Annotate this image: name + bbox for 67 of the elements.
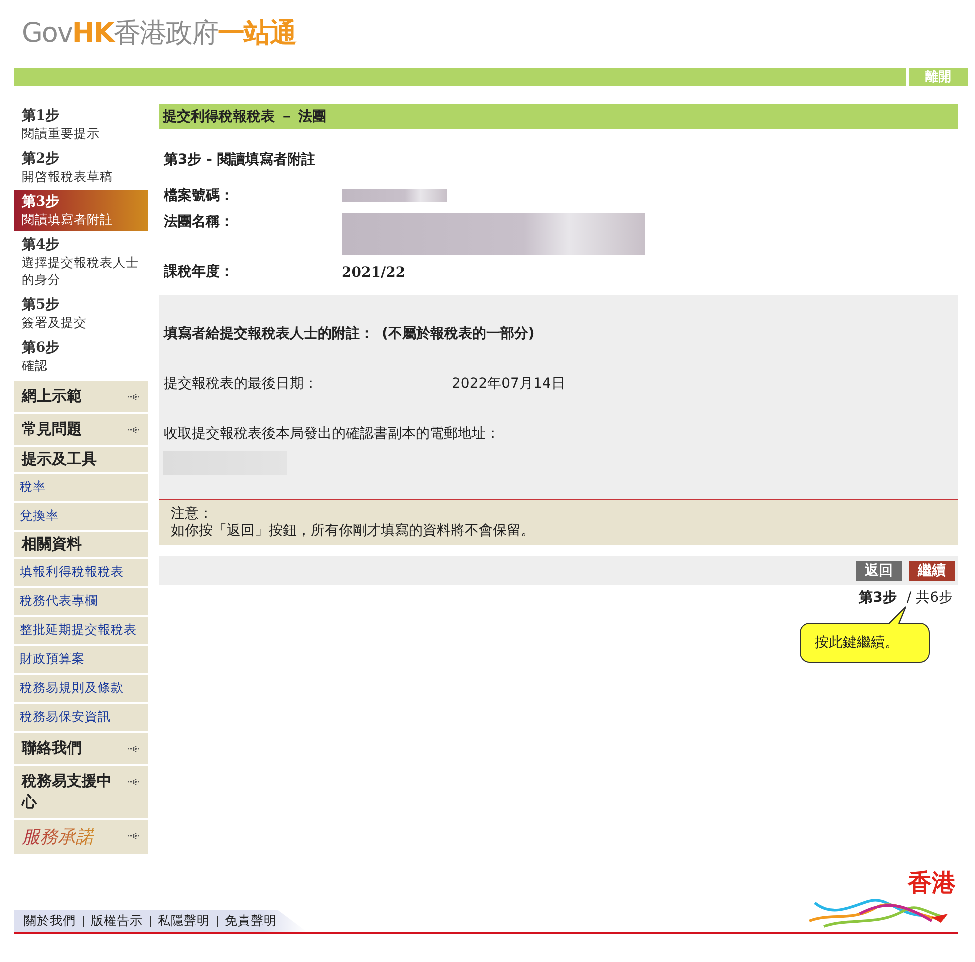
deadline-value: 2022年07月14日	[452, 375, 566, 393]
step-label: 閱讀重要提示	[22, 125, 101, 142]
step-label: 開啓報稅表草稿	[22, 168, 114, 185]
menu-link[interactable]: 整批延期提交報稅表	[20, 622, 137, 639]
menu-item[interactable]: 稅務易支援中心	[14, 766, 148, 820]
back-button[interactable]: 返回	[856, 560, 902, 580]
menu-item[interactable]: 稅率	[14, 474, 148, 503]
step-number: 第3步	[22, 193, 61, 211]
menu-link[interactable]: 稅務易保安資訊	[20, 709, 111, 726]
field-label: 法團名稱：	[164, 213, 235, 231]
menu-link[interactable]: 稅務易支援中心	[22, 771, 122, 813]
field-value: 2021/22	[342, 265, 406, 281]
page-title: 提交利得稅報稅表 － 法團	[159, 104, 958, 129]
notes-heading-note: (不屬於報稅表的一部分)	[382, 326, 535, 342]
field-label: 課稅年度：	[164, 263, 235, 281]
menu-link[interactable]: 財政預算案	[20, 651, 85, 668]
menu-item[interactable]: 服務承諾	[14, 820, 148, 856]
step-label: 閱讀填寫者附註	[22, 211, 114, 228]
step-heading: 第3步 - 閱讀填寫者附註	[164, 151, 316, 169]
menu-item[interactable]: 填報利得稅報稅表	[14, 559, 148, 588]
step-label: 選擇提交報稅表人士的身分	[22, 254, 140, 288]
step-number: 第4步	[22, 236, 61, 254]
menu-link[interactable]: 常見問題	[22, 419, 122, 440]
footer-link[interactable]: 版權告示	[91, 913, 143, 930]
notice-title: 注意：	[171, 506, 214, 523]
step-number: 第5步	[22, 296, 61, 314]
notice-text: 如你按「返回」按鈕，所有你剛才填寫的資料將不會保留。	[171, 523, 536, 540]
menu-item[interactable]: 稅務易保安資訊	[14, 704, 148, 733]
expand-icon[interactable]	[128, 831, 140, 841]
step-label: 確認	[22, 357, 49, 374]
menu-item[interactable]: 網上示範	[14, 381, 148, 414]
footer-link[interactable]: 關於我們	[24, 913, 76, 930]
expand-icon[interactable]	[128, 392, 140, 402]
progress-total: / 共6步	[906, 590, 953, 606]
progress-current: 第3步	[859, 590, 897, 606]
menu-item[interactable]: 兌換率	[14, 503, 148, 532]
menu-link[interactable]: 稅務易規則及條款	[20, 680, 124, 697]
step-label: 簽署及提交	[22, 314, 88, 331]
menu-item[interactable]: 聯絡我們	[14, 733, 148, 766]
menu-link[interactable]: 兌換率	[20, 508, 59, 525]
email-label: 收取提交報稅表後本局發出的確認書副本的電郵地址：	[164, 425, 501, 443]
menu-link[interactable]: 稅務代表專欄	[20, 593, 98, 610]
callout-text: 按此鍵繼續。	[815, 635, 899, 651]
deadline-label: 提交報稅表的最後日期：	[164, 375, 319, 393]
footer-link[interactable]: 免責聲明	[225, 913, 277, 930]
menu-item[interactable]: 常見問題	[14, 414, 148, 447]
field-label: 檔案號碼：	[164, 187, 235, 205]
expand-icon[interactable]	[128, 425, 140, 435]
menu-link[interactable]: 稅率	[20, 479, 46, 496]
menu-item[interactable]: 稅務代表專欄	[14, 588, 148, 617]
menu-item[interactable]: 整批延期提交報稅表	[14, 617, 148, 646]
expand-icon[interactable]	[128, 744, 140, 754]
footer-link[interactable]: 私隱聲明	[158, 913, 210, 930]
continue-button[interactable]: 繼續	[909, 560, 955, 580]
expand-icon[interactable]	[128, 777, 140, 787]
menu-item[interactable]: 財政預算案	[14, 646, 148, 675]
step-number: 第2步	[22, 150, 61, 168]
step-number: 第6步	[22, 339, 61, 357]
menu-item[interactable]: 稅務易規則及條款	[14, 675, 148, 704]
menu-link[interactable]: 網上示範	[22, 386, 122, 407]
menu-heading-text: 相關資料	[22, 535, 82, 554]
menu-heading-text: 提示及工具	[22, 450, 97, 469]
notes-heading: 填寫者給提交報稅表人士的附註：	[164, 326, 374, 342]
brand-mark: 香港	[908, 870, 956, 896]
menu-link[interactable]: 聯絡我們	[22, 738, 122, 759]
menu-link[interactable]: 填報利得稅報稅表	[20, 564, 124, 581]
step-number: 第1步	[22, 107, 61, 125]
